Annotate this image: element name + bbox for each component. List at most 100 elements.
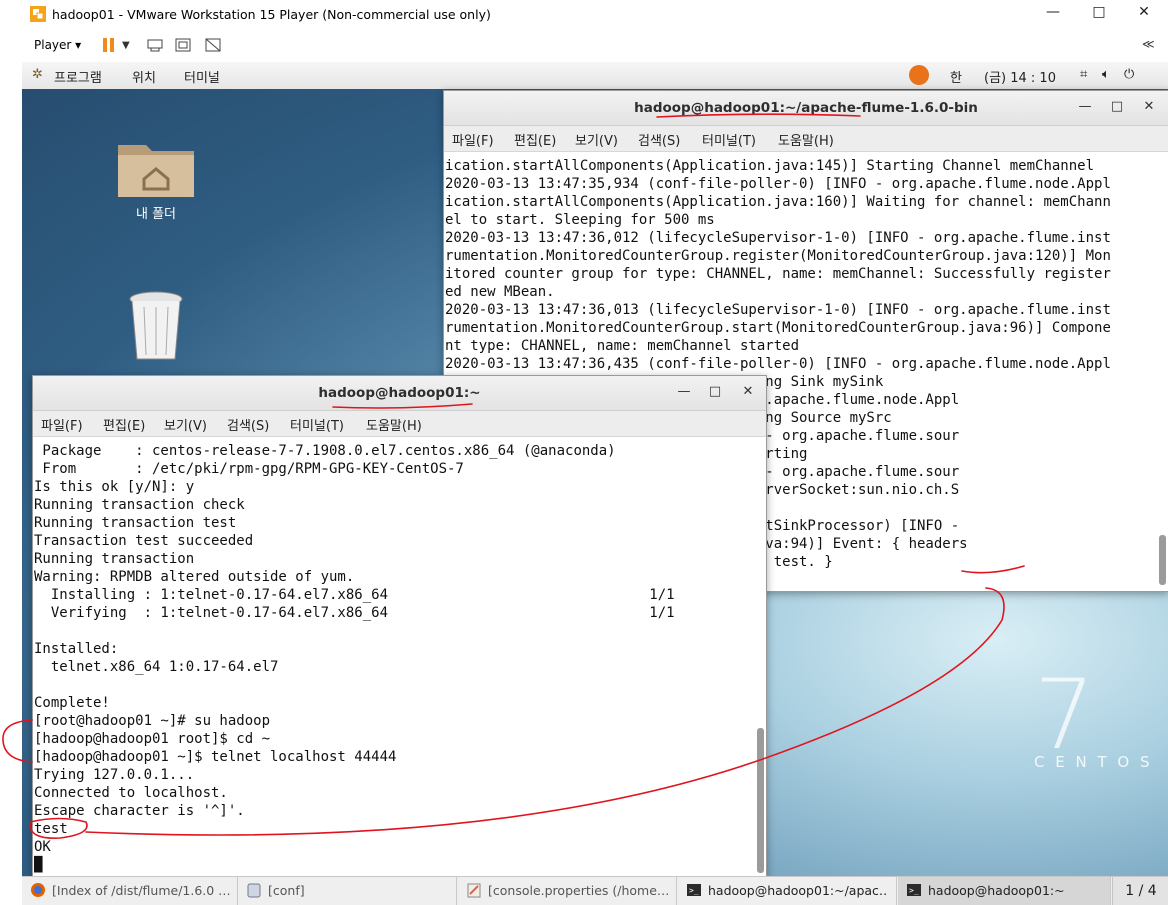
task-label: hadoop@hadoop01:~/apac… xyxy=(708,883,888,898)
terminal-menubar: 파일(F) 편집(E) 보기(V) 검색(S) 터미널(T) 도움말(H) xyxy=(33,411,766,437)
task-firefox[interactable]: [Index of /dist/flume/1.6.0 … xyxy=(22,877,238,905)
close-button[interactable]: ✕ xyxy=(1140,99,1158,114)
terminal-title: hadoop@hadoop01:~/apache-flume-1.6.0-bin xyxy=(634,100,978,116)
editor-icon xyxy=(467,883,481,898)
terminal-titlebar[interactable]: hadoop@hadoop01:~/apache-flume-1.6.0-bin… xyxy=(444,91,1168,126)
task-files[interactable]: [conf] xyxy=(238,877,457,905)
gnome-top-bar: ✲ 프로그램 위치 터미널 한 (금) 14 : 10 ⌗ 🔈︎ ⏻ xyxy=(22,62,1168,90)
minimize-button[interactable]: — xyxy=(675,384,693,399)
clock[interactable]: (금) 14 : 10 xyxy=(984,67,1056,86)
home-folder-label: 내 폴더 xyxy=(135,207,176,222)
pause-icon[interactable] xyxy=(100,37,118,53)
terminal-line: Warning: RPMDB altered outside of yum. xyxy=(34,569,355,585)
svg-text:>_: >_ xyxy=(909,886,919,895)
trash-desktop-icon[interactable] xyxy=(106,289,206,369)
scrollbar[interactable] xyxy=(757,728,764,873)
scrollbar[interactable] xyxy=(1159,535,1166,585)
terminal-line: nt type: CHANNEL, name: memChannel start… xyxy=(445,338,800,354)
terminal-icon: >_ xyxy=(907,884,921,896)
vmware-titlebar: hadoop01 - VMware Workstation 15 Player … xyxy=(22,0,1168,30)
menu-edit[interactable]: 편집(E) xyxy=(514,130,556,149)
menu-search[interactable]: 검색(S) xyxy=(227,415,269,434)
task-editor[interactable]: [console.properties (/home… xyxy=(458,877,677,905)
terminal-line: Trying 127.0.0.1... xyxy=(34,767,195,783)
terminal-line: Transaction test succeeded xyxy=(34,533,254,549)
close-button[interactable]: ✕ xyxy=(1133,4,1155,24)
terminal-line: Verifying : 1:telnet-0.17-64.el7.x86_64 … xyxy=(34,605,675,621)
maximize-button[interactable]: □ xyxy=(1088,4,1110,24)
task-terminal-home[interactable]: >_ hadoop@hadoop01:~ xyxy=(898,877,1111,905)
terminal-window-home[interactable]: hadoop@hadoop01:~ — □ ✕ 파일(F) 편집(E) 보기(V… xyxy=(32,375,767,878)
terminal-line: █ xyxy=(34,857,43,873)
minimize-button[interactable]: — xyxy=(1042,4,1064,24)
send-ctrl-alt-del-icon[interactable] xyxy=(146,37,164,53)
host-left-edge xyxy=(0,0,23,904)
menu-help[interactable]: 도움말(H) xyxy=(366,415,422,434)
terminal-line: Connected to localhost. xyxy=(34,785,228,801)
close-button[interactable]: ✕ xyxy=(739,384,757,399)
terminal-line: 2020-03-13 13:47:36,435 (conf-file-polle… xyxy=(445,356,1111,372)
terminal-line: From : /etc/pki/rpm-gpg/RPM-GPG-KEY-Cent… xyxy=(34,461,464,477)
taskbar: [Index of /dist/flume/1.6.0 … [conf] [co… xyxy=(22,876,1168,905)
trash-icon xyxy=(129,291,183,360)
volume-icon[interactable]: 🔈︎ xyxy=(1102,67,1110,82)
menu-file[interactable]: 파일(F) xyxy=(41,415,83,434)
vmware-logo-icon xyxy=(30,6,46,22)
menu-programs[interactable]: 프로그램 xyxy=(54,67,102,86)
terminal-line: ed new MBean. xyxy=(445,284,555,300)
input-method-icon[interactable] xyxy=(909,65,929,85)
menu-search[interactable]: 검색(S) xyxy=(638,130,680,149)
terminal-line: ication.startAllComponents(Application.j… xyxy=(445,194,1111,210)
fullscreen-icon[interactable] xyxy=(174,37,192,53)
menu-view[interactable]: 보기(V) xyxy=(575,130,618,149)
maximize-button[interactable]: □ xyxy=(706,384,724,399)
terminal-titlebar[interactable]: hadoop@hadoop01:~ — □ ✕ xyxy=(33,376,766,411)
terminal-line: Package : centos-release-7-7.1908.0.el7.… xyxy=(34,443,616,459)
terminal-line: Installing : 1:telnet-0.17-64.el7.x86_64… xyxy=(34,587,675,603)
collapse-toolbar-icon[interactable]: ≪ xyxy=(1142,37,1160,53)
language-indicator[interactable]: 한 xyxy=(950,67,962,86)
menu-places[interactable]: 위치 xyxy=(132,67,156,86)
menu-file[interactable]: 파일(F) xyxy=(452,130,494,149)
terminal-line: Running transaction test xyxy=(34,515,237,531)
power-icon[interactable]: ⏻ xyxy=(1124,67,1134,82)
player-menu-button[interactable]: Player ▾ xyxy=(34,38,81,52)
workspace-indicator[interactable]: 1 / 4 xyxy=(1112,877,1168,905)
folder-icon xyxy=(118,145,194,197)
terminal-line: 2020-03-13 13:47:35,934 (conf-file-polle… xyxy=(445,176,1111,192)
menu-terminal[interactable]: 터미널(T) xyxy=(702,130,756,149)
unity-icon[interactable] xyxy=(204,37,222,53)
svg-text:>_: >_ xyxy=(689,886,699,895)
menu-view[interactable]: 보기(V) xyxy=(164,415,207,434)
task-label: hadoop@hadoop01:~ xyxy=(928,883,1065,898)
terminal-line: 2020-03-13 13:47:36,013 (lifecycleSuperv… xyxy=(445,302,1111,318)
minimize-button[interactable]: — xyxy=(1076,99,1094,114)
terminal-line: 2020-03-13 13:47:36,012 (lifecycleSuperv… xyxy=(445,230,1111,246)
terminal-line: ication.startAllComponents(Application.j… xyxy=(445,158,1095,174)
terminal-line: Complete! xyxy=(34,695,110,711)
terminal-line: Installed: xyxy=(34,641,119,657)
terminal-title: hadoop@hadoop01:~ xyxy=(318,385,481,401)
menu-terminal[interactable]: 터미널(T) xyxy=(290,415,344,434)
menu-edit[interactable]: 편집(E) xyxy=(103,415,145,434)
terminal-output[interactable]: Package : centos-release-7-7.1908.0.el7.… xyxy=(34,442,754,877)
terminal-line: itored counter group for type: CHANNEL, … xyxy=(445,266,1111,282)
terminal-line: [hadoop@hadoop01 root]$ cd ~ xyxy=(34,731,271,747)
terminal-line: [hadoop@hadoop01 ~]$ telnet localhost 44… xyxy=(34,749,397,765)
vmware-toolbar: Player ▾ ▼ ≪ xyxy=(22,30,1168,63)
terminal-line: el to start. Sleeping for 500 ms xyxy=(445,212,715,228)
network-icon[interactable]: ⌗ xyxy=(1080,67,1087,82)
task-terminal-flume[interactable]: >_ hadoop@hadoop01:~/apac… xyxy=(678,877,897,905)
terminal-line: [root@hadoop01 ~]# su hadoop xyxy=(34,713,271,729)
home-folder-desktop-icon[interactable]: 내 폴더 xyxy=(106,137,206,222)
maximize-button[interactable]: □ xyxy=(1108,99,1126,114)
terminal-menubar: 파일(F) 편집(E) 보기(V) 검색(S) 터미널(T) 도움말(H) xyxy=(444,126,1168,152)
menu-help[interactable]: 도움말(H) xyxy=(778,130,834,149)
task-label: [Index of /dist/flume/1.6.0 … xyxy=(52,883,231,898)
terminal-line: telnet.x86_64 1:0.17-64.el7 xyxy=(34,659,279,675)
pause-dropdown-icon[interactable]: ▼ xyxy=(122,40,140,56)
applications-icon: ✲ xyxy=(32,67,43,82)
menu-terminal[interactable]: 터미널 xyxy=(184,67,220,86)
